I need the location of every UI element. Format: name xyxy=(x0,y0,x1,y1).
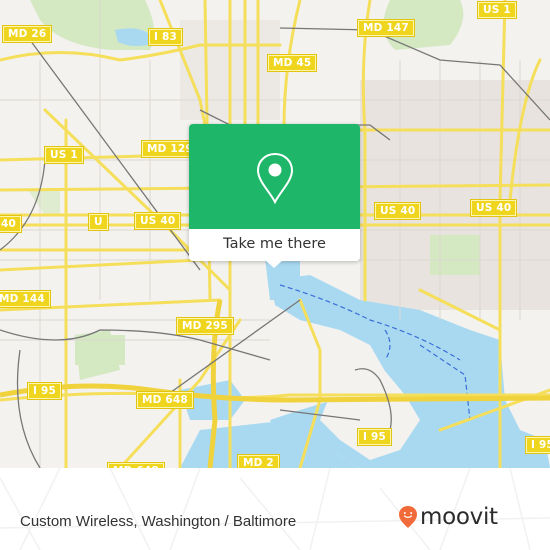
road-shield-md295: MD 295 xyxy=(176,317,234,335)
road-shield-us40-c: US 40 xyxy=(373,202,422,220)
popup-header xyxy=(189,124,360,229)
road-shield-md147: MD 147 xyxy=(357,19,415,37)
map-view[interactable]: MD 26 I 83 MD 147 US 1 MD 45 MD 129 US 1… xyxy=(0,0,550,468)
road-shield-i95-w: I 95 xyxy=(27,382,62,400)
take-me-there-button[interactable]: Take me there xyxy=(189,229,360,261)
road-shield-i95-e: I 95 xyxy=(525,436,550,454)
location-popup: Take me there xyxy=(189,124,360,268)
road-shield-us40-partial: U xyxy=(88,213,109,231)
moovit-pin-icon xyxy=(399,506,417,528)
road-shield-md144: MD 144 xyxy=(0,290,51,308)
road-shield-md2: MD 2 xyxy=(237,454,280,468)
road-shield-md45: MD 45 xyxy=(266,54,318,72)
park-west xyxy=(28,190,60,215)
location-pin-icon xyxy=(256,152,294,204)
moovit-wordmark: moovit xyxy=(420,504,498,530)
moovit-logo[interactable]: moovit xyxy=(398,505,498,529)
popup-pointer xyxy=(265,260,283,268)
road-shield-md26: MD 26 xyxy=(1,25,53,43)
road-shield-md648-n: MD 648 xyxy=(136,391,194,409)
place-title: Custom Wireless, Washington / Baltimore xyxy=(20,513,297,530)
road-shield-us40-e: US 40 xyxy=(469,199,518,217)
park-patterson xyxy=(430,235,480,275)
road-shield-us40-w: US 40 xyxy=(133,212,182,230)
road-shield-us1-w: US 1 xyxy=(44,146,84,164)
road-shield-i83: I 83 xyxy=(148,28,183,46)
road-shield-us40-far-w: 40 xyxy=(0,215,23,233)
road-shield-i95-c: I 95 xyxy=(357,428,392,446)
road-shield-us1-ne: US 1 xyxy=(477,1,517,19)
